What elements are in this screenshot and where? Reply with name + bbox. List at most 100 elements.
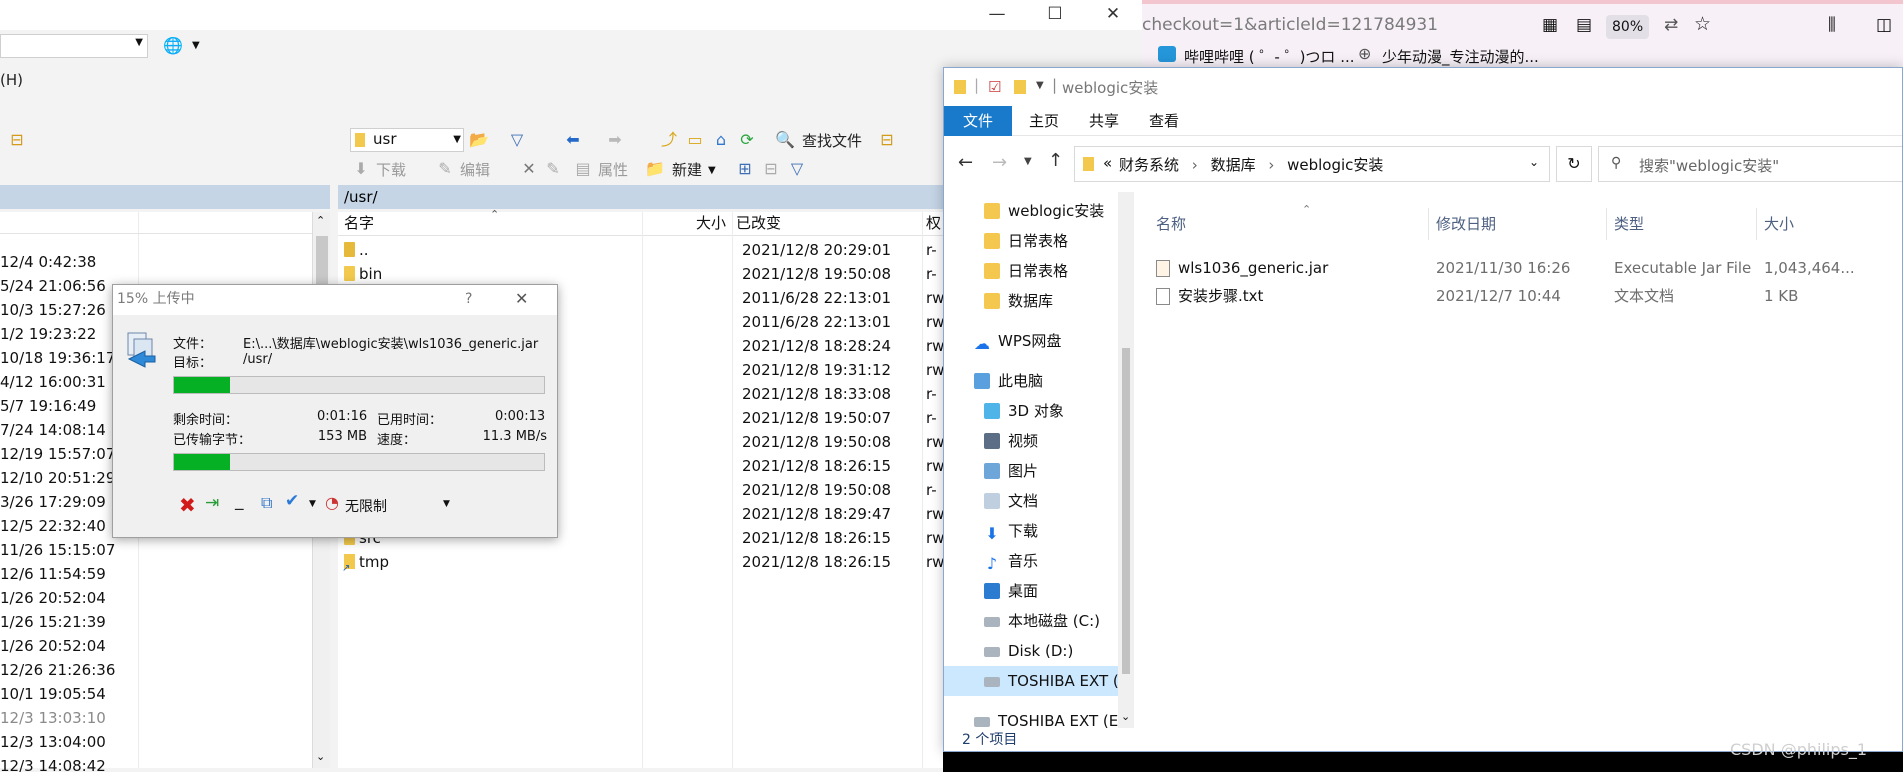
col-changed[interactable]: 已改变 (736, 212, 781, 234)
nav-item[interactable]: 数据库 (944, 286, 1118, 316)
properties-button[interactable]: 属性 (598, 159, 628, 180)
local-file-row[interactable]: 1/26 15:21:39 (0, 610, 312, 634)
breadcrumb-overflow[interactable]: « (1103, 154, 1112, 172)
nav-item[interactable]: ⬇ 下载 (944, 516, 1118, 546)
col-size[interactable]: 大小 (1764, 208, 1794, 240)
up-arrow-icon[interactable]: ↑ (1048, 150, 1063, 171)
local-file-row[interactable]: 1/26 20:52:04 (0, 586, 312, 610)
nav-item[interactable]: ♪ 音乐 (944, 546, 1118, 576)
reader-icon[interactable]: ▤ (1576, 15, 1592, 35)
refresh-icon[interactable]: ⟳ (736, 129, 758, 151)
file-list[interactable]: 名称 ⌃ 修改日期 类型 大小 wls1036_generic.jar 2021/… (1134, 192, 1902, 728)
tree-icon[interactable]: ⊟ (6, 129, 28, 151)
chevron-down-icon[interactable]: ⌄ (1121, 710, 1130, 723)
nav-item[interactable]: weblogic安装 (944, 196, 1118, 226)
local-file-row[interactable]: 11/26 15:15:07 (0, 538, 312, 562)
star-icon[interactable]: ☆ (1694, 13, 1711, 35)
download-icon[interactable]: ⬇ (350, 158, 372, 180)
rename-icon[interactable]: ✎ (542, 158, 564, 180)
address-bar-url[interactable]: checkout=1&articleId=121784931 (1142, 15, 1462, 35)
nav-item[interactable]: 本地磁盘 (C:) (944, 606, 1118, 636)
remote-path-combo[interactable]: usr ▼ (350, 128, 464, 152)
select-minus-icon[interactable]: ⊟ (760, 158, 782, 180)
maximize-button[interactable]: ☐ (1026, 0, 1084, 30)
nav-item[interactable]: 日常表格 (944, 256, 1118, 286)
chevron-down-icon[interactable]: ▼ (708, 165, 716, 176)
chevron-down-icon[interactable]: ▼ (192, 40, 200, 51)
breadcrumb-item[interactable]: weblogic安装 (1287, 156, 1383, 174)
globe-icon[interactable]: 🌐 (162, 35, 184, 57)
home-icon[interactable]: ⌂ (710, 129, 732, 151)
file-row[interactable]: 安装步骤.txt 2021/12/7 10:44 文本文档 1 KB (1134, 282, 1902, 310)
download-button[interactable]: 下载 (376, 159, 406, 180)
local-file-row[interactable]: 12/4 0:42:38 (0, 250, 312, 274)
nav-item[interactable]: 文档 (944, 486, 1118, 516)
nav-item[interactable]: 图片 (944, 456, 1118, 486)
local-file-row[interactable]: 12/3 13:04:00 (0, 730, 312, 754)
new-button[interactable]: 新建 (672, 159, 702, 180)
back-arrow-icon[interactable]: ⬅ (562, 129, 584, 151)
local-file-row[interactable]: 12/6 11:54:59 (0, 562, 312, 586)
help-button[interactable]: ? (465, 285, 472, 313)
new-folder-icon[interactable]: 📁 (644, 158, 666, 180)
chevron-up-icon[interactable]: ⌃ (316, 214, 325, 227)
col-date[interactable]: 修改日期 (1436, 208, 1496, 240)
forward-arrow-icon[interactable]: → (992, 152, 1007, 173)
file-row[interactable]: wls1036_generic.jar 2021/11/30 16:26 Execu… (1134, 254, 1902, 282)
filter-icon[interactable]: ▽ (506, 129, 528, 151)
quick-access-dropdown-icon[interactable]: ▼ (1036, 80, 1044, 91)
col-rights[interactable]: 权 (926, 212, 941, 234)
nav-item[interactable]: 视频 (944, 426, 1118, 456)
chevron-down-icon[interactable]: ▼ (443, 499, 450, 509)
chevron-down-icon[interactable]: ⌄ (1529, 155, 1539, 169)
sidebar-icon[interactable]: ◫ (1876, 15, 1892, 35)
nav-scrollbar[interactable]: ⌄ (1118, 192, 1134, 728)
minimize-button[interactable]: — (968, 0, 1026, 30)
find-files-button[interactable]: 查找文件 (802, 130, 862, 151)
session-combo[interactable]: ▼ (0, 34, 148, 58)
ribbon-tab[interactable]: 文件 (944, 106, 1012, 136)
dialog-close-button[interactable]: ✕ (515, 285, 528, 313)
copy-icon[interactable]: ⧉ (261, 493, 272, 513)
filter-icon[interactable]: ▽ (786, 158, 808, 180)
edit-icon[interactable]: ✎ (434, 158, 456, 180)
move-to-queue-icon[interactable]: ⇥ (205, 493, 219, 513)
refresh-button[interactable]: ↻ (1556, 146, 1592, 182)
chevron-right-icon[interactable]: › (1179, 156, 1211, 174)
navigation-pane[interactable]: weblogic安装 日常表格 日常表格 数据库 ☁ WPS网盘 此电脑 3D 对象 视频 图片文… (944, 192, 1134, 730)
address-bar[interactable]: « 财务系统 › 数据库 › weblogic安装 ⌄ (1074, 146, 1550, 182)
close-button[interactable]: ✕ (1084, 0, 1142, 30)
chevron-down-icon[interactable]: ⌄ (316, 750, 325, 763)
scroll-thumb[interactable] (1122, 348, 1130, 674)
breadcrumb-item[interactable]: 数据库 (1211, 156, 1256, 174)
local-file-row[interactable]: 12/26 21:26:36 (0, 658, 312, 682)
zoom-level[interactable]: 80% (1606, 15, 1650, 39)
ribbon-tab[interactable]: 主页 (1014, 106, 1074, 136)
local-file-row[interactable]: 12/3 14:08:42 (0, 754, 312, 772)
translate-icon[interactable]: ⇄ (1664, 15, 1678, 35)
nav-item[interactable]: 桌面 (944, 576, 1118, 606)
nav-item[interactable]: ☁ WPS网盘 (944, 326, 1118, 356)
nav-item[interactable]: 日常表格 (944, 226, 1118, 256)
recent-locations-icon[interactable]: ▼ (1024, 156, 1032, 167)
edit-button[interactable]: 编辑 (460, 159, 490, 180)
bookmark-bilibili[interactable]: 哔哩哔哩 ( ゜- ゜)つロ ... (1184, 46, 1384, 67)
nav-item[interactable]: 3D 对象 (944, 396, 1118, 426)
help-menu[interactable]: (H) (0, 71, 23, 89)
col-size[interactable]: 大小 (696, 212, 726, 234)
ribbon-tab[interactable]: 查看 (1134, 106, 1194, 136)
local-file-row[interactable]: 12/3 13:03:10 (0, 706, 312, 730)
ribbon-tab[interactable]: 共享 (1076, 106, 1132, 136)
nav-item[interactable]: TOSHIBA EXT (E (944, 666, 1118, 696)
tree-icon[interactable]: ⊟ (876, 129, 898, 151)
col-type[interactable]: 类型 (1614, 208, 1644, 240)
chevron-right-icon[interactable]: › (1256, 156, 1288, 174)
properties-icon[interactable]: ▤ (572, 158, 594, 180)
library-icon[interactable]: ⫼ (1828, 15, 1836, 35)
col-name[interactable]: 名字 (344, 212, 374, 234)
nav-item[interactable]: Disk (D:) (944, 636, 1118, 666)
bookmark-anime[interactable]: 少年动漫_专注动漫的... (1382, 46, 1582, 67)
new-folder-icon[interactable] (1014, 80, 1026, 94)
col-name[interactable]: 名称 (1156, 208, 1186, 240)
local-file-row[interactable]: 10/1 19:05:54 (0, 682, 312, 706)
